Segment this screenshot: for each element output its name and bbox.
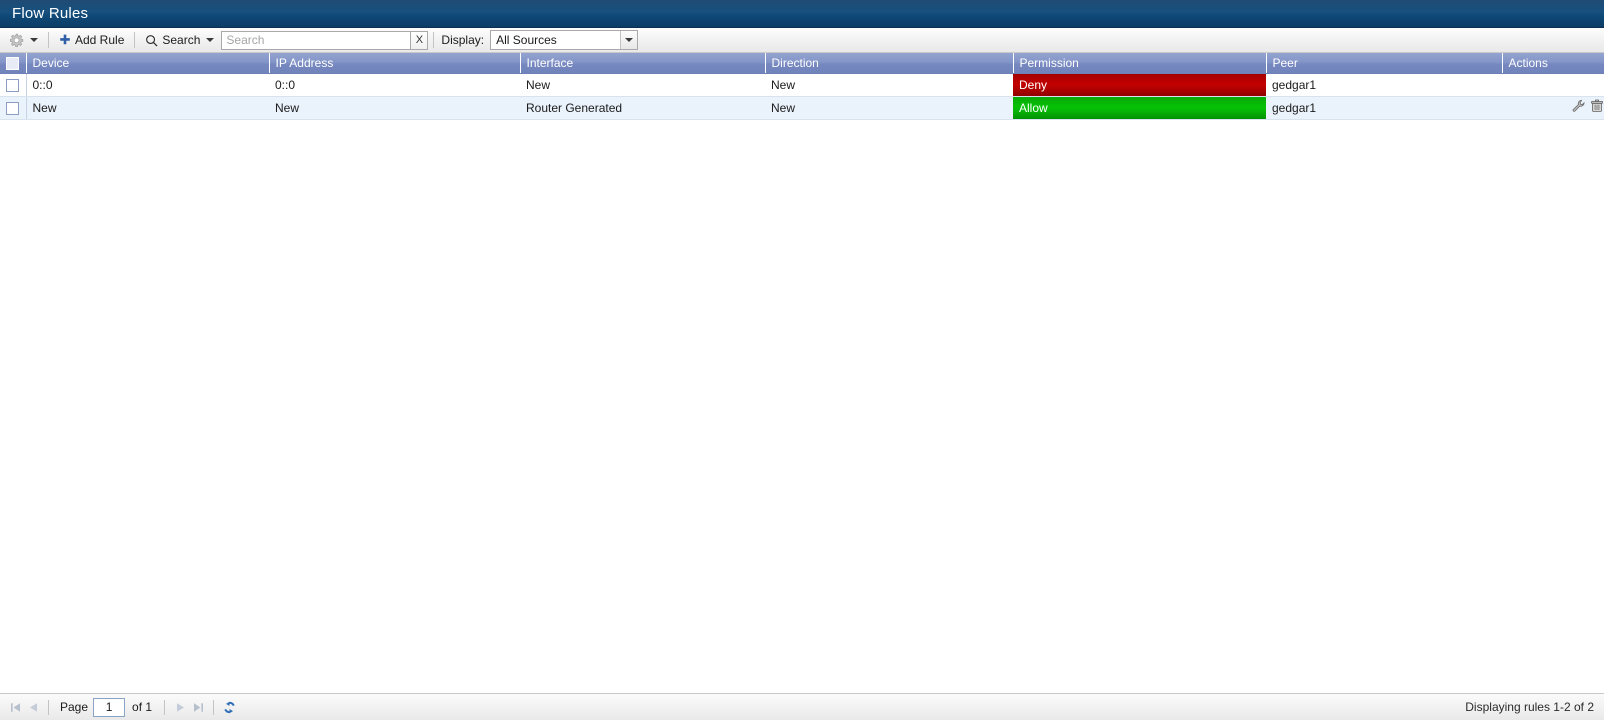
last-page-icon[interactable] xyxy=(189,698,207,716)
cell-ip-address: New xyxy=(269,96,520,120)
select-all-header[interactable] xyxy=(0,53,27,74)
cell-ip-address: 0::0 xyxy=(269,73,520,97)
next-page-icon[interactable] xyxy=(171,698,189,716)
search-input[interactable] xyxy=(221,30,412,50)
settings-menu-button[interactable] xyxy=(4,30,43,51)
display-label: Display: xyxy=(441,33,485,47)
page-total-label: of 1 xyxy=(132,700,153,714)
cell-direction: New xyxy=(765,96,1013,120)
cell-device: New xyxy=(26,96,269,120)
table-header-row: Device IP Address Interface Direction Pe… xyxy=(0,53,1604,74)
pager-divider xyxy=(213,699,215,715)
cell-actions xyxy=(1502,96,1604,120)
column-header-interface[interactable]: Interface xyxy=(520,53,766,74)
pager-divider xyxy=(48,699,49,715)
toolbar-divider xyxy=(433,32,435,48)
cell-permission: Allow xyxy=(1013,96,1266,120)
magnifier-icon xyxy=(145,34,158,47)
search-menu-label: Search xyxy=(162,33,201,47)
row-select-cell[interactable] xyxy=(0,96,27,120)
pager-divider xyxy=(164,699,166,715)
row-checkbox[interactable] xyxy=(6,101,20,115)
status-badge-deny: Deny xyxy=(1013,73,1266,95)
column-header-actions[interactable]: Actions xyxy=(1502,53,1604,74)
cell-direction: New xyxy=(765,73,1013,97)
gear-icon xyxy=(9,33,24,48)
status-badge-allow: Allow xyxy=(1013,96,1266,118)
table-row[interactable]: 0::0 0::0 New New Deny gedgar1 xyxy=(0,73,1604,97)
search-menu-button[interactable]: Search xyxy=(140,30,219,51)
cell-peer: gedgar1 xyxy=(1266,73,1502,97)
row-checkbox[interactable] xyxy=(6,78,20,92)
close-icon: X xyxy=(415,34,424,46)
column-header-ip-address[interactable]: IP Address xyxy=(269,53,521,74)
select-all-checkbox[interactable] xyxy=(6,56,20,70)
cell-interface: Router Generated xyxy=(520,96,765,120)
table-row[interactable]: New New Router Generated New Allow gedga… xyxy=(0,96,1604,120)
chevron-down-icon xyxy=(206,38,215,42)
delete-trash-icon[interactable] xyxy=(1590,99,1604,113)
first-page-icon[interactable] xyxy=(6,698,24,716)
page-number-input[interactable] xyxy=(93,697,126,717)
column-header-device[interactable]: Device xyxy=(26,53,270,74)
toolbar-divider xyxy=(134,32,136,48)
page-label: Page xyxy=(60,700,89,714)
display-source-value: All Sources xyxy=(496,33,557,47)
window-titlebar: Flow Rules xyxy=(0,0,1604,28)
flow-rules-window: Flow Rules Add Rule Search Search X Disp… xyxy=(0,0,1604,720)
add-rule-button[interactable]: Add Rule xyxy=(54,30,129,51)
column-header-direction[interactable]: Direction xyxy=(765,53,1014,74)
row-select-cell[interactable] xyxy=(0,73,27,97)
chevron-down-icon[interactable] xyxy=(620,31,638,49)
column-header-peer[interactable]: Peer xyxy=(1266,53,1503,74)
previous-page-icon[interactable] xyxy=(24,698,42,716)
pagination-bar: Page of 1 Displaying rules 1-2 of 2 xyxy=(0,693,1604,720)
clear-search-button[interactable]: X xyxy=(411,30,429,50)
cell-device: 0::0 xyxy=(26,73,269,97)
pagination-status: Displaying rules 1-2 of 2 xyxy=(1465,700,1594,714)
toolbar-divider xyxy=(48,32,49,48)
flow-rules-grid: Device IP Address Interface Direction Pe… xyxy=(0,53,1604,693)
chevron-down-icon xyxy=(30,38,38,42)
cell-permission: Deny xyxy=(1013,73,1266,97)
page-title: Flow Rules xyxy=(12,5,89,22)
chevron-down-glyph xyxy=(625,38,634,42)
column-header-permission[interactable]: Permission xyxy=(1013,53,1267,74)
cell-peer: gedgar1 xyxy=(1266,96,1502,120)
plus-icon xyxy=(59,34,71,46)
rules-table: Device IP Address Interface Direction Pe… xyxy=(0,53,1604,120)
toolbar: Add Rule Search X Display: All Sources xyxy=(0,28,1604,53)
refresh-icon[interactable] xyxy=(220,698,238,716)
display-source-select[interactable]: All Sources xyxy=(490,30,639,50)
add-rule-label: Add Rule xyxy=(75,33,125,47)
cell-actions xyxy=(1502,73,1604,97)
edit-wrench-icon[interactable] xyxy=(1572,99,1586,113)
cell-interface: New xyxy=(520,73,765,97)
